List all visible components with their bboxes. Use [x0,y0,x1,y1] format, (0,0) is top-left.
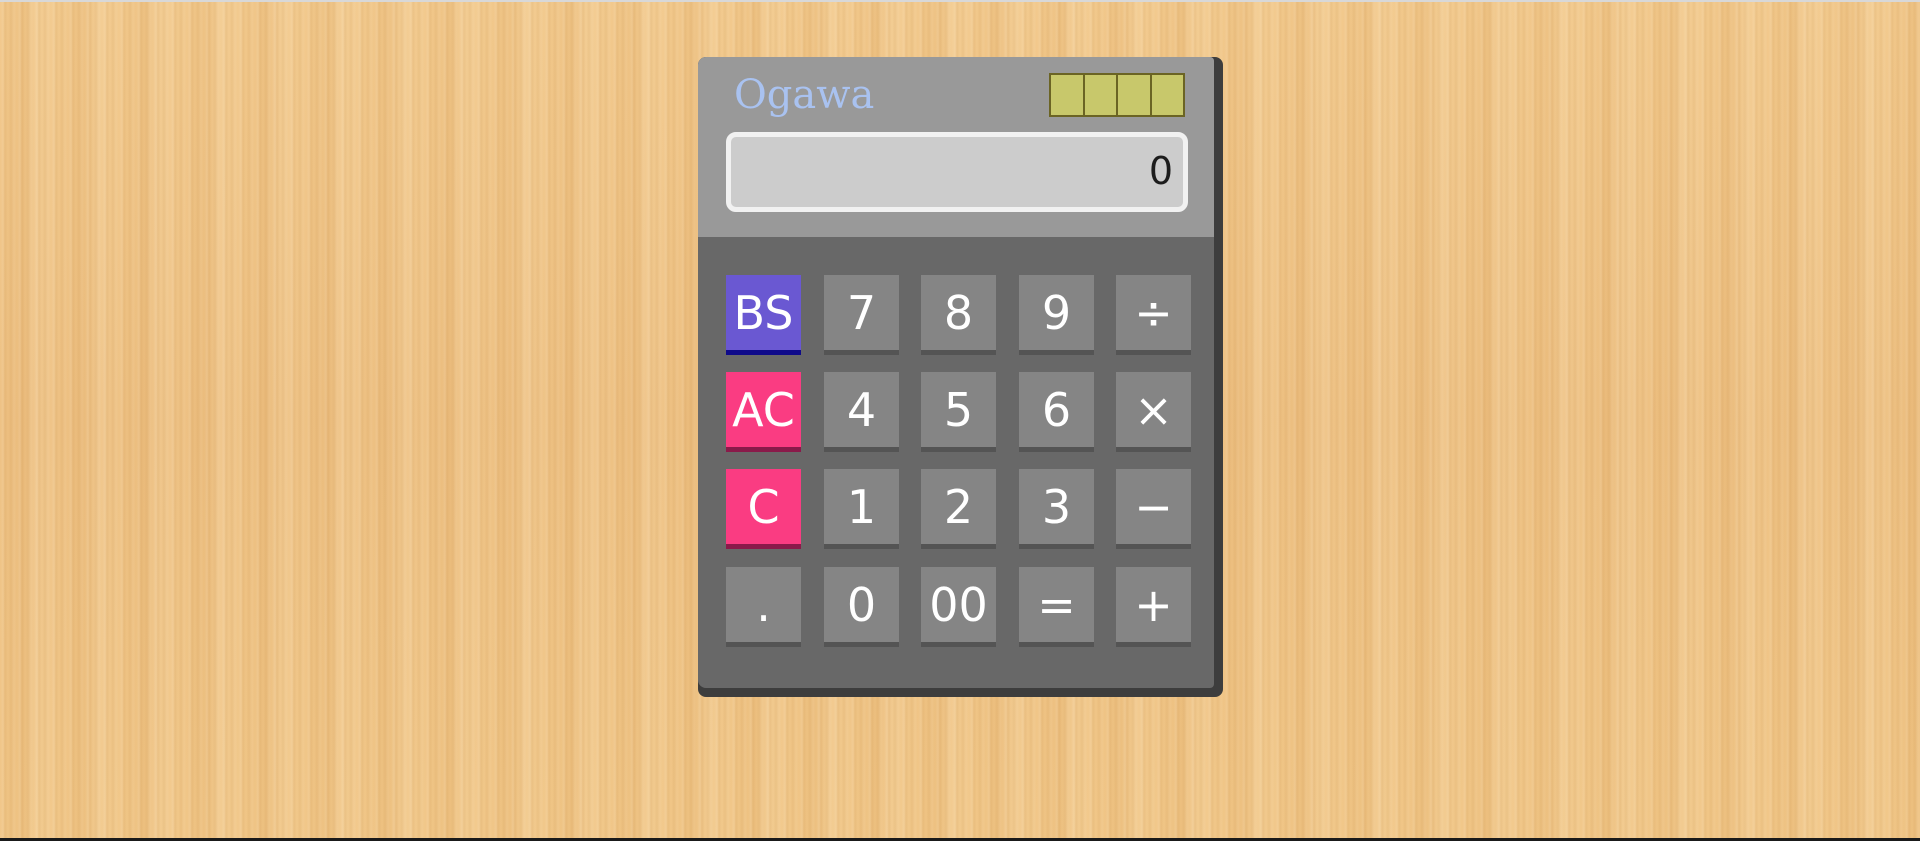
divide-button[interactable]: ÷ [1116,275,1191,350]
solar-cell [1152,75,1184,115]
key-5-button[interactable]: 5 [921,372,996,447]
key-6-button[interactable]: 6 [1019,372,1094,447]
key-9-button[interactable]: 9 [1019,275,1094,350]
calculator-display: 0 [726,132,1188,212]
multiply-button[interactable]: × [1116,372,1191,447]
key-8-button[interactable]: 8 [921,275,996,350]
solar-cell [1118,75,1152,115]
add-button[interactable]: + [1116,567,1191,642]
key-2-button[interactable]: 2 [921,469,996,544]
key-00-button[interactable]: 00 [921,567,996,642]
brand-name: Ogawa [734,72,875,118]
subtract-button[interactable]: − [1116,469,1191,544]
solar-panel [1049,73,1185,117]
key-1-button[interactable]: 1 [824,469,899,544]
decimal-point-button[interactable]: . [726,567,801,642]
calculator-body: Ogawa 0 BS 7 8 9 ÷ AC 4 5 6 × C 1 2 3 − … [698,57,1214,688]
all-clear-button[interactable]: AC [726,372,801,447]
clear-button[interactable]: C [726,469,801,544]
equals-button[interactable]: = [1019,567,1094,642]
display-value: 0 [1148,149,1173,193]
solar-cell [1085,75,1118,115]
page-top-border [0,0,1920,2]
backspace-button[interactable]: BS [726,275,801,350]
calculator-header: Ogawa 0 [698,57,1214,237]
key-0-button[interactable]: 0 [824,567,899,642]
key-7-button[interactable]: 7 [824,275,899,350]
key-4-button[interactable]: 4 [824,372,899,447]
solar-cell [1051,75,1085,115]
key-3-button[interactable]: 3 [1019,469,1094,544]
calculator: Ogawa 0 BS 7 8 9 ÷ AC 4 5 6 × C 1 2 3 − … [698,57,1223,697]
